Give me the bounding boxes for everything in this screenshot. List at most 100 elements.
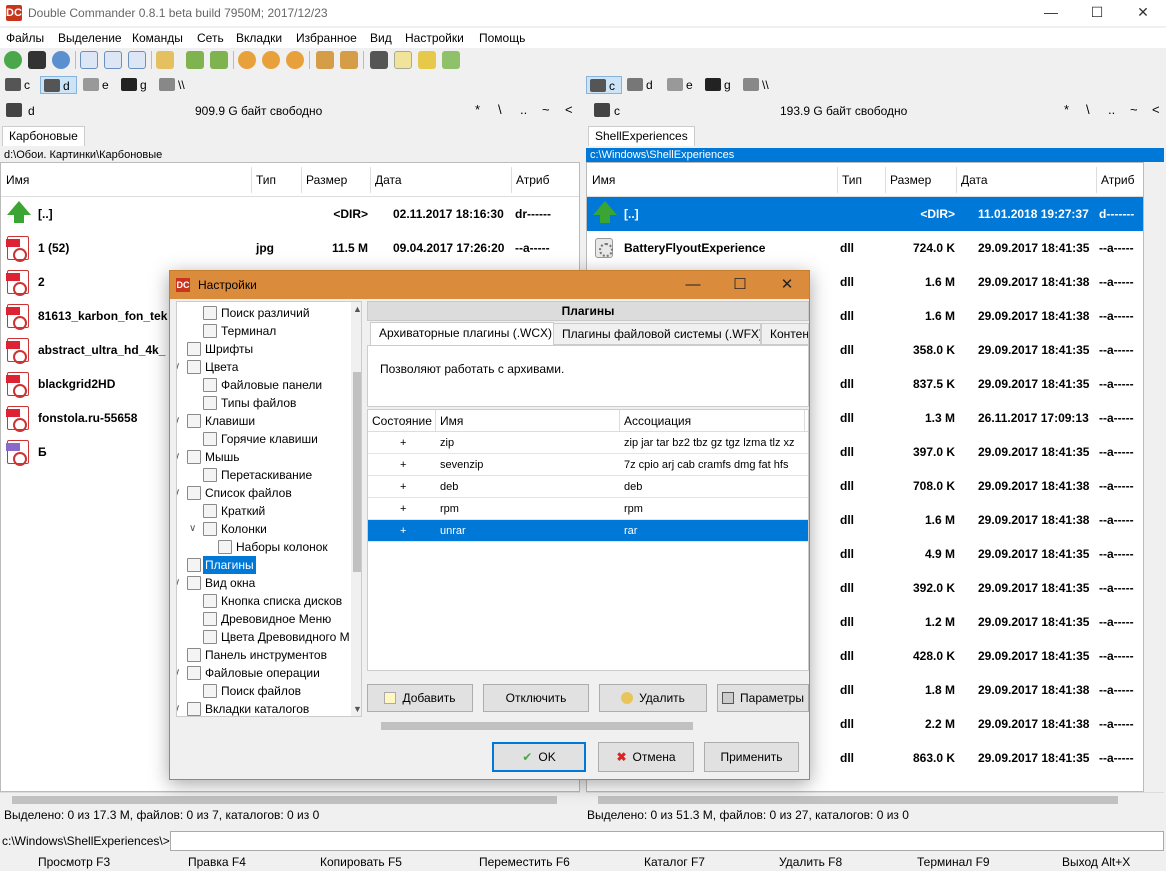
exit-altx-button[interactable]: Выход Alt+X	[1062, 855, 1130, 869]
expander-chevron-icon[interactable]: ∨	[177, 574, 180, 592]
unpack-icon[interactable]	[340, 51, 358, 69]
right-tab[interactable]: ShellExperiences	[588, 126, 695, 146]
settings-icon[interactable]	[52, 51, 70, 69]
pack-icon[interactable]	[316, 51, 334, 69]
settings-tree[interactable]: Поиск различий Терминал Шрифты ∨ Цвета Файлов…	[176, 301, 362, 717]
menu-network[interactable]: Сеть	[197, 31, 224, 45]
right-nav-home-button[interactable]: ~	[1130, 102, 1138, 117]
left-nav-root-button[interactable]: *	[475, 102, 480, 117]
tab-wcx[interactable]: Архиваторные плагины (.WCX)	[370, 322, 554, 346]
plugin-row[interactable]: + rpm rpm%	[368, 498, 808, 520]
copy-left-icon[interactable]	[186, 51, 204, 69]
left-hscroll[interactable]	[0, 792, 580, 806]
col-size[interactable]: Размер	[890, 173, 931, 187]
tab-content[interactable]: Контент	[761, 323, 809, 345]
menu-commands[interactable]: Команды	[132, 31, 183, 45]
menu-tabs[interactable]: Вкладки	[236, 31, 282, 45]
col-name[interactable]: Имя	[6, 173, 29, 187]
add-plugin-button[interactable]: Добавить	[367, 684, 473, 712]
remove-plugin-button[interactable]: Удалить	[599, 684, 707, 712]
file-row[interactable]: [..] <DIR> 02.11.2017 18:16:30 dr------	[1, 197, 579, 231]
right-vscroll[interactable]	[1146, 162, 1164, 792]
plugin-row[interactable]: + unrar rar%	[368, 520, 808, 542]
plugin-row[interactable]: + zip zip jar tar bz2 tbz gz tgz lzma tlz …	[368, 432, 808, 454]
left-drive-d[interactable]: d	[40, 76, 77, 94]
right-drive-g[interactable]: g	[702, 76, 737, 94]
left-drive-network[interactable]: \\	[156, 76, 191, 94]
left-nav-backslash-button[interactable]: \	[498, 102, 502, 117]
delete-files-icon[interactable]	[286, 51, 304, 69]
chevron-down-icon[interactable]: ▼	[353, 704, 361, 714]
col-name[interactable]: Имя	[592, 173, 615, 187]
right-path[interactable]: c:\Windows\ShellExperiences	[586, 148, 1164, 162]
file-row[interactable]: 1 (52) jpg 11.5 M 09.04.2017 17:26:20 --a---…	[1, 231, 579, 265]
terminal-f9-button[interactable]: Терминал F9	[917, 855, 990, 869]
ok-button[interactable]: ✔ OK	[492, 742, 586, 772]
refresh-icon[interactable]	[4, 51, 22, 69]
edit-icon[interactable]	[394, 51, 412, 69]
col-association[interactable]: Ассоциация	[620, 410, 805, 432]
close-button[interactable]: ✕	[1120, 0, 1166, 26]
menu-settings[interactable]: Настройки	[405, 31, 464, 45]
right-nav-up-button[interactable]: ..	[1108, 102, 1115, 117]
copy-f5-button[interactable]: Копировать F5	[320, 855, 402, 869]
right-nav-root-button[interactable]: *	[1064, 102, 1069, 117]
expander-chevron-icon[interactable]: ∨	[177, 448, 180, 466]
edit-f4-button[interactable]: Правка F4	[188, 855, 246, 869]
right-drive-letter[interactable]: c	[614, 104, 620, 118]
file-row[interactable]: [..] <DIR> 11.01.2018 19:27:37 d-------	[587, 197, 1143, 231]
cancel-button[interactable]: ✖ Отмена	[598, 742, 694, 772]
copy-files-icon[interactable]	[238, 51, 256, 69]
plugin-row[interactable]: + deb deb%	[368, 476, 808, 498]
tree-hscroll[interactable]	[176, 718, 362, 732]
brief-view-icon[interactable]	[80, 51, 98, 69]
menu-help[interactable]: Помощь	[479, 31, 525, 45]
col-type[interactable]: Тип	[842, 173, 862, 187]
plugins-hscroll[interactable]	[367, 719, 809, 733]
left-tab[interactable]: Карбоновые	[2, 126, 85, 146]
command-line-input[interactable]	[170, 831, 1164, 851]
plugins-table[interactable]: Состояние Имя Ассоциация L + zip zip jar t…	[367, 409, 809, 671]
terminal-icon[interactable]	[28, 51, 46, 69]
right-drive-c[interactable]: c	[586, 76, 622, 94]
expander-chevron-icon[interactable]: ∨	[177, 664, 180, 682]
col-size[interactable]: Размер	[306, 173, 347, 187]
col-extra[interactable]: L	[805, 410, 808, 432]
right-nav-history-button[interactable]: <	[1152, 102, 1160, 117]
left-drive-letter[interactable]: d	[28, 104, 35, 118]
left-nav-history-button[interactable]: <	[565, 102, 573, 117]
dialog-maximize-button[interactable]: ☐	[720, 273, 760, 297]
full-view-icon[interactable]	[104, 51, 122, 69]
sync-dirs-icon[interactable]	[442, 51, 460, 69]
view-f3-button[interactable]: Просмотр F3	[38, 855, 110, 869]
copy-right-icon[interactable]	[210, 51, 228, 69]
left-drive-c[interactable]: c	[2, 76, 36, 94]
menu-favorites[interactable]: Избранное	[296, 31, 357, 45]
disable-plugin-button[interactable]: Отключить	[483, 684, 589, 712]
tab-wfx[interactable]: Плагины файловой системы (.WFX)	[553, 323, 761, 345]
col-state[interactable]: Состояние	[368, 410, 436, 432]
minimize-button[interactable]: —	[1028, 0, 1074, 26]
col-type[interactable]: Тип	[256, 173, 276, 187]
new-folder-icon[interactable]	[418, 51, 436, 69]
left-drive-g[interactable]: g	[118, 76, 153, 94]
expander-chevron-icon[interactable]: ∨	[189, 520, 196, 538]
tree-vscroll[interactable]: ▲ ▼	[351, 302, 361, 716]
move-f6-button[interactable]: Переместить F6	[479, 855, 570, 869]
dialog-minimize-button[interactable]: —	[673, 273, 713, 297]
col-date[interactable]: Дата	[375, 173, 402, 187]
dialog-close-button[interactable]: ✕	[767, 273, 807, 297]
right-nav-backslash-button[interactable]: \	[1086, 102, 1090, 117]
right-hscroll[interactable]	[586, 792, 1164, 806]
right-drive-e[interactable]: e	[664, 76, 699, 94]
right-drive-network[interactable]: \\	[740, 76, 775, 94]
col-attr[interactable]: Атриб	[1101, 173, 1135, 187]
apply-button[interactable]: Применить	[704, 742, 799, 772]
col-attr[interactable]: Атриб	[516, 173, 550, 187]
expander-chevron-icon[interactable]: ∨	[177, 484, 180, 502]
expander-chevron-icon[interactable]: ∨	[177, 358, 180, 376]
expander-chevron-icon[interactable]: ∨	[177, 700, 180, 716]
plugin-params-button[interactable]: Параметры	[717, 684, 809, 712]
left-nav-up-button[interactable]: ..	[520, 102, 527, 117]
menu-view[interactable]: Вид	[370, 31, 392, 45]
